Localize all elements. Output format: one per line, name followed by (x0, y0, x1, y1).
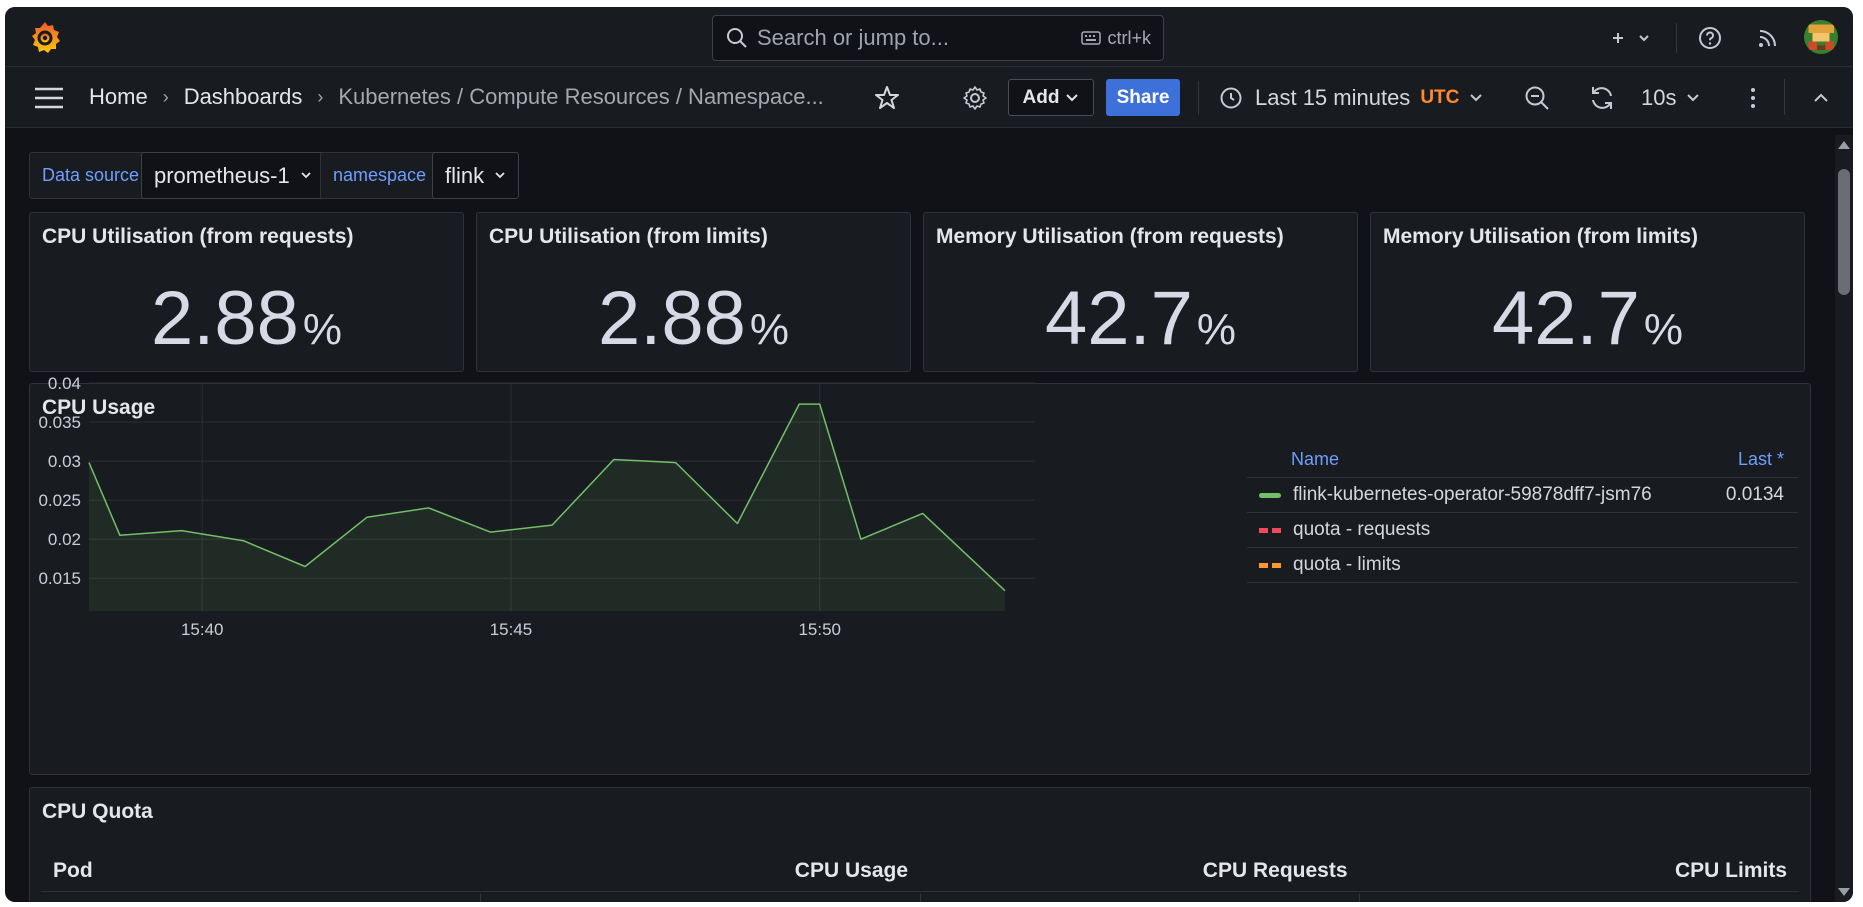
x-tick-label: 15:45 (490, 620, 533, 639)
legend-series-name: flink-kubernetes-operator-59878dff7-jsm7… (1293, 484, 1652, 505)
legend-series-name: quota - requests (1293, 519, 1431, 540)
column-header-pod[interactable]: Pod (41, 850, 481, 891)
y-tick-label: 0.025 (38, 491, 81, 510)
table-row (41, 893, 1799, 902)
legend-row[interactable]: quota - requests (1247, 513, 1798, 548)
grafana-app: Search or jump to... ctrl+k Home › Dashb… (5, 7, 1853, 902)
y-tick-label: 0.015 (38, 569, 81, 588)
x-tick-label: 15:40 (181, 620, 224, 639)
legend-col-last[interactable]: Last * (1738, 449, 1784, 470)
legend-row[interactable]: flink-kubernetes-operator-59878dff7-jsm7… (1247, 478, 1798, 513)
series-area (89, 404, 1005, 611)
scroll-down-icon[interactable] (1838, 888, 1850, 896)
legend-series-last: 0.0134 (1725, 484, 1784, 505)
column-header-cpu-usage[interactable]: CPU Usage (481, 850, 921, 891)
y-tick-label: 0.035 (38, 413, 81, 432)
scrollbar-thumb[interactable] (1838, 169, 1850, 295)
legend-swatch (1259, 527, 1281, 533)
legend-series-name: quota - limits (1293, 554, 1401, 575)
y-tick-label: 0.02 (48, 530, 81, 549)
legend-header: Name Last * (1247, 442, 1798, 478)
legend-swatch (1259, 492, 1281, 498)
x-axis-ticks: 15:40 15:45 15:50 (181, 620, 841, 639)
legend-row[interactable]: quota - limits (1247, 548, 1798, 583)
column-header-cpu-requests[interactable]: CPU Requests (920, 850, 1360, 891)
scroll-up-icon[interactable] (1838, 141, 1850, 149)
panel-title: CPU Quota (42, 800, 153, 823)
chart-legend: Name Last * flink-kubernetes-operator-59… (1247, 442, 1798, 583)
legend-swatch (1259, 562, 1281, 568)
x-tick-label: 15:50 (798, 620, 841, 639)
chart-series (88, 403, 1006, 611)
column-header-cpu-limits[interactable]: CPU Limits (1360, 850, 1800, 891)
legend-col-name[interactable]: Name (1291, 449, 1339, 470)
y-tick-label: 0.04 (48, 374, 81, 393)
y-tick-label: 0.03 (48, 452, 81, 471)
y-axis-ticks: 0.04 0.035 0.03 0.025 0.02 0.015 (38, 374, 81, 588)
table-header: Pod CPU Usage CPU Requests CPU Limits (41, 850, 1799, 892)
